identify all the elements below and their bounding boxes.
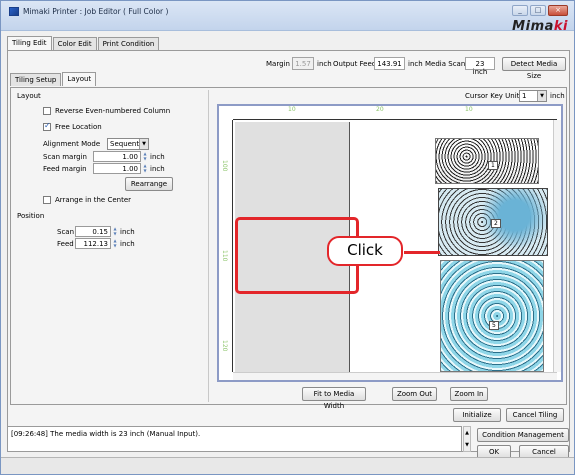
tile-image-1[interactable]: 1 bbox=[435, 138, 539, 184]
cursor-key-unit-label: Cursor Key Unit bbox=[465, 92, 520, 100]
cursor-key-unit-value: 1 bbox=[522, 92, 527, 100]
output-feed-field: 143.91 bbox=[374, 57, 405, 70]
margin-field: 1.57 bbox=[292, 57, 314, 70]
alignment-mode-label: Alignment Mode bbox=[43, 140, 101, 148]
condition-management-button[interactable]: Condition Management bbox=[477, 428, 569, 442]
scan-margin-label: Scan margin bbox=[43, 153, 87, 161]
close-button[interactable]: × bbox=[548, 5, 568, 16]
position-feed-spinner[interactable]: ▲ ▼ bbox=[112, 238, 118, 249]
log-message: [09:26:48] The media width is 23 inch (M… bbox=[11, 430, 201, 438]
status-bar bbox=[1, 457, 574, 474]
window-title: Mimaki Printer : Job Editor ( Full Color… bbox=[23, 7, 169, 16]
cursor-key-unit-unit: inch bbox=[550, 92, 565, 100]
feed-margin-input[interactable]: 1.00 bbox=[93, 163, 141, 174]
log-scrollbar[interactable]: ▲ ▼ bbox=[463, 426, 471, 452]
zoom-out-button[interactable]: Zoom Out bbox=[392, 387, 437, 401]
initialize-button[interactable]: Initialize bbox=[453, 408, 501, 422]
horizontal-ruler: 10 20 10 bbox=[233, 106, 557, 120]
tiling-edit-panel: Margin 1.57 inch Output Feed 143.91 inch… bbox=[7, 50, 570, 452]
cursor-key-unit-row: Cursor Key Unit 1 ▼ inch bbox=[215, 90, 566, 102]
tab-layout[interactable]: Layout bbox=[62, 72, 97, 86]
tile-number: 2 bbox=[491, 219, 501, 228]
tab-tiling-edit[interactable]: Tiling Edit bbox=[7, 36, 52, 50]
sub-tabs: Tiling Setup Layout bbox=[10, 72, 97, 86]
detect-media-size-button[interactable]: Detect Media Size bbox=[502, 57, 566, 80]
media-scan-label: Media Scan bbox=[425, 60, 466, 68]
cancel-tiling-button[interactable]: Cancel Tiling bbox=[506, 408, 564, 422]
margin-unit: inch bbox=[317, 60, 332, 68]
arrange-center-row[interactable]: Arrange in the Center bbox=[43, 196, 131, 204]
chevron-down-icon: ▼ bbox=[537, 91, 546, 101]
scan-margin-spinner[interactable]: ▲ ▼ bbox=[142, 151, 148, 162]
ruler-tick-label: 110 bbox=[221, 250, 228, 262]
click-callout: Click bbox=[327, 236, 403, 266]
layout-settings: Layout Reverse Even-numbered Column Free… bbox=[13, 90, 209, 402]
arrange-center-checkbox[interactable] bbox=[43, 196, 51, 204]
ruler-tick-label: 10 bbox=[465, 106, 473, 113]
feed-margin-unit: inch bbox=[150, 165, 165, 173]
ruler-tick-label: 20 bbox=[376, 106, 384, 113]
arrange-center-label: Arrange in the Center bbox=[55, 196, 132, 204]
ruler-tick-label: 120 bbox=[221, 340, 228, 352]
free-location-label: Free Location bbox=[55, 123, 102, 131]
layout-group-title: Layout bbox=[17, 92, 41, 100]
tab-print-condition[interactable]: Print Condition bbox=[97, 37, 160, 50]
position-feed-unit: inch bbox=[120, 240, 135, 248]
callout-pointer bbox=[404, 251, 440, 254]
position-feed-label: Feed bbox=[57, 240, 74, 248]
feed-margin-spinner[interactable]: ▲ ▼ bbox=[142, 163, 148, 174]
feed-margin-label: Feed margin bbox=[43, 165, 87, 173]
fit-to-media-width-button[interactable]: Fit to Media Width bbox=[302, 387, 366, 410]
media-scan-field[interactable]: 23 inch bbox=[465, 57, 495, 76]
position-scan-input[interactable]: 0.15 bbox=[75, 226, 111, 237]
position-scan-label: Scan bbox=[57, 228, 75, 236]
mimaki-logo: Mimaki bbox=[512, 19, 568, 34]
horizontal-scrollbar[interactable] bbox=[233, 372, 557, 380]
maximize-button[interactable]: □ bbox=[530, 5, 546, 16]
position-scan-spinner[interactable]: ▲ ▼ bbox=[112, 226, 118, 237]
output-feed-unit: inch bbox=[408, 60, 423, 68]
vertical-scrollbar[interactable] bbox=[553, 120, 561, 372]
ruler-tick-label: 100 bbox=[221, 160, 228, 172]
reverse-even-label: Reverse Even-numbered Column bbox=[55, 107, 171, 115]
scan-margin-unit: inch bbox=[150, 153, 165, 161]
tile-number: 5 bbox=[489, 321, 499, 330]
job-editor-window: Mimaki Printer : Job Editor ( Full Color… bbox=[0, 0, 575, 475]
position-feed-input[interactable]: 112.13 bbox=[75, 238, 111, 249]
rearrange-button[interactable]: Rearrange bbox=[125, 177, 173, 191]
position-scan-unit: inch bbox=[120, 228, 135, 236]
tile-image-2[interactable]: 2 bbox=[438, 188, 548, 256]
tile-number: 1 bbox=[488, 161, 498, 170]
reverse-even-checkbox[interactable] bbox=[43, 107, 51, 115]
chevron-down-icon: ▼ bbox=[139, 139, 148, 149]
media-info-bar: Margin 1.57 inch Output Feed 143.91 inch… bbox=[8, 57, 569, 80]
zoom-in-button[interactable]: Zoom In bbox=[450, 387, 488, 401]
title-bar: Mimaki Printer : Job Editor ( Full Color… bbox=[1, 1, 574, 34]
reverse-even-row[interactable]: Reverse Even-numbered Column bbox=[43, 107, 170, 115]
tab-tiling-setup[interactable]: Tiling Setup bbox=[10, 73, 62, 86]
cursor-key-unit-select[interactable]: 1 ▼ bbox=[519, 90, 547, 102]
main-tabs: Tiling Edit Color Edit Print Condition bbox=[7, 36, 160, 50]
position-group-title: Position bbox=[17, 212, 45, 220]
ruler-tick-label: 10 bbox=[288, 106, 296, 113]
tile-image-3[interactable]: 5 bbox=[440, 260, 544, 372]
message-log: [09:26:48] The media width is 23 inch (M… bbox=[7, 426, 462, 452]
scan-margin-input[interactable]: 1.00 bbox=[93, 151, 141, 162]
tab-color-edit[interactable]: Color Edit bbox=[52, 37, 97, 50]
free-location-checkbox[interactable] bbox=[43, 121, 51, 131]
free-location-row[interactable]: Free Location bbox=[43, 121, 102, 131]
minimize-button[interactable]: _ bbox=[512, 5, 528, 16]
alignment-mode-select[interactable]: Sequential ▼ bbox=[107, 138, 149, 150]
vertical-ruler: 100 110 120 bbox=[219, 120, 233, 372]
printer-app-icon bbox=[9, 7, 19, 16]
layout-panel: Layout Reverse Even-numbered Column Free… bbox=[10, 87, 567, 405]
output-feed-label: Output Feed bbox=[333, 60, 377, 68]
margin-label: Margin bbox=[266, 60, 290, 68]
